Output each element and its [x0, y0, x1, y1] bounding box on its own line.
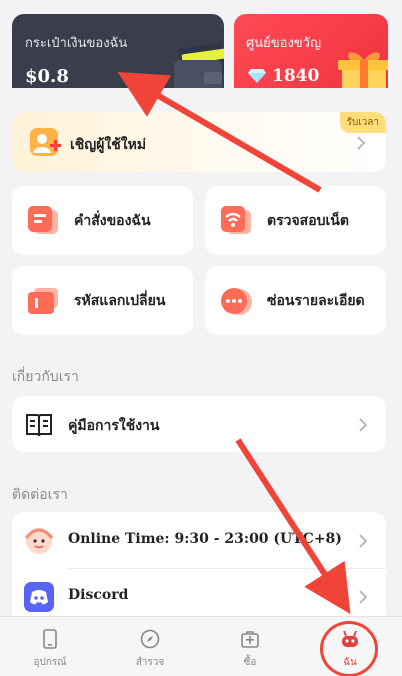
- shop-icon: [241, 631, 259, 648]
- claim-time-badge: รับเวลา: [339, 112, 386, 133]
- tab-label: ฉัน: [343, 657, 357, 668]
- contact-card: Online Time: 9:30 - 23:00 (UTC+8) Discor…: [12, 512, 386, 624]
- redeem-code-icon: [28, 288, 58, 314]
- device-icon: [43, 629, 57, 649]
- tile-label: รหัสแลกเปลี่ยน: [74, 293, 166, 309]
- gift-center-title: ศูนย์ของขวัญ: [246, 36, 322, 51]
- about-card: คู่มือการใช้งาน: [12, 396, 386, 452]
- invite-label: เชิญผู้ใช้ใหม่: [70, 137, 147, 153]
- chevron-right-icon: [359, 534, 368, 548]
- row-label: Online Time: 9:30 - 23:00 (UTC+8): [68, 531, 342, 547]
- invite-new-user-banner[interactable]: รับเวลา เชิญผู้ใช้ใหม่: [12, 112, 386, 172]
- tab-device[interactable]: อุปกรณ์: [0, 617, 100, 676]
- online-time-row[interactable]: Online Time: 9:30 - 23:00 (UTC+8): [12, 512, 386, 568]
- chevron-right-icon: [357, 136, 366, 150]
- tile-network-check[interactable]: ตรวจสอบเน็ต: [205, 186, 386, 255]
- tile-hide-details[interactable]: ซ่อนรายละเอียด: [205, 266, 386, 335]
- about-section-title: เกี่ยวกับเรา: [12, 369, 79, 385]
- top-strip: [0, 0, 402, 14]
- wallet-balance: $0.8: [25, 66, 69, 87]
- hide-details-icon: [221, 288, 252, 315]
- tab-label: สำรวจ: [135, 657, 165, 668]
- contact-section-title: ติดต่อเรา: [12, 487, 68, 503]
- diamond-icon: [248, 69, 266, 83]
- row-label: คู่มือการใช้งาน: [68, 418, 160, 434]
- chevron-right-icon: [359, 590, 368, 604]
- book-icon: [26, 414, 52, 437]
- network-check-icon: [221, 206, 251, 234]
- user-guide-row[interactable]: คู่มือการใช้งาน: [12, 396, 386, 452]
- content-sheet: รับเวลา เชิญผู้ใช้ใหม่ คำสั่งของฉัน ตรวจ…: [0, 88, 402, 624]
- discord-icon: [24, 582, 54, 612]
- compass-icon: [140, 629, 160, 649]
- tile-label: คำสั่งของฉัน: [74, 213, 151, 229]
- tile-my-orders[interactable]: คำสั่งของฉัน: [12, 186, 193, 255]
- profile-icon: [342, 630, 358, 647]
- invite-user-icon: [30, 128, 61, 156]
- tab-me[interactable]: ฉัน: [300, 617, 400, 676]
- diamond-count: 1840: [272, 66, 320, 86]
- bottom-tab-bar: อุปกรณ์ สำรวจ ซื้อ ฉัน: [0, 616, 402, 676]
- row-label: Discord: [68, 587, 129, 603]
- tile-label: ซ่อนรายละเอียด: [267, 293, 365, 309]
- tab-label: ซื้อ: [243, 657, 257, 668]
- tile-redeem-code[interactable]: รหัสแลกเปลี่ยน: [12, 266, 193, 335]
- tab-explore[interactable]: สำรวจ: [100, 617, 200, 676]
- orders-icon: [28, 206, 58, 234]
- chevron-right-icon: [359, 418, 368, 432]
- tile-label: ตรวจสอบเน็ต: [267, 213, 349, 229]
- tab-shop[interactable]: ซื้อ: [200, 617, 300, 676]
- support-avatar-icon: [24, 528, 54, 554]
- tab-label: อุปกรณ์: [33, 657, 67, 668]
- wallet-title: กระเป๋าเงินของฉัน: [25, 36, 128, 51]
